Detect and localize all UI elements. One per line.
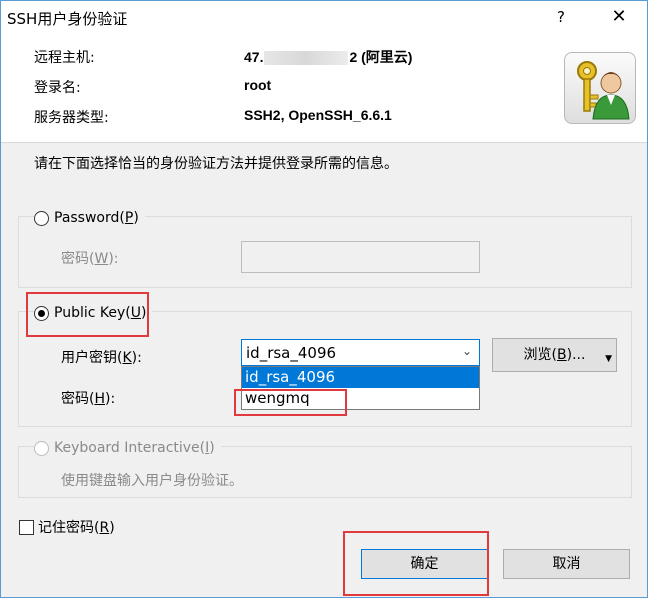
user-key-option[interactable]: id_rsa_4096 bbox=[242, 367, 479, 388]
server-type-value: SSH2, OpenSSH_6.6.1 bbox=[244, 107, 392, 123]
remember-password-checkbox[interactable]: 记住密码(R) bbox=[19, 517, 115, 537]
close-button[interactable]: ✕ bbox=[599, 3, 639, 31]
login-label: 登录名: bbox=[34, 80, 81, 96]
passphrase-label: 密码(H): bbox=[61, 391, 116, 407]
cancel-button[interactable]: 取消 bbox=[503, 549, 630, 579]
keyboard-interactive-radio[interactable]: Keyboard Interactive(I) bbox=[34, 438, 221, 458]
user-key-select[interactable]: id_rsa_4096 ⌄ bbox=[241, 339, 480, 366]
user-key-option[interactable]: wengmq bbox=[242, 388, 479, 409]
connection-info-header: 远程主机: 47. 2 (阿里云) 登录名: root 服务器类型: SSH2, … bbox=[1, 33, 647, 143]
password-radio-label: Password(P) bbox=[54, 210, 139, 226]
host-value: 47. 2 (阿里云) bbox=[244, 49, 413, 66]
window-title: SSH用户身份验证 bbox=[7, 10, 128, 28]
help-button[interactable]: ? bbox=[541, 3, 581, 31]
title-bar: SSH用户身份验证 ? ✕ bbox=[1, 1, 647, 33]
ssh-auth-dialog: SSH用户身份验证 ? ✕ 远程主机: 47. 2 (阿里云) 登录名: root… bbox=[0, 0, 648, 598]
user-key-selected-value: id_rsa_4096 bbox=[246, 344, 337, 362]
browse-button[interactable]: 浏览(B)... ▼ bbox=[492, 338, 617, 372]
redacted-mask bbox=[264, 51, 349, 66]
keyboard-interactive-description: 使用键盘输入用户身份验证。 bbox=[61, 473, 243, 489]
login-value: root bbox=[244, 77, 272, 93]
public-key-radio-label: Public Key(U) bbox=[54, 305, 147, 321]
keyboard-interactive-radio-button[interactable] bbox=[34, 440, 49, 456]
ok-button[interactable]: 确定 bbox=[361, 549, 488, 579]
server-type-label: 服务器类型: bbox=[34, 110, 109, 126]
dropdown-caret-icon: ▼ bbox=[605, 354, 612, 364]
password-input[interactable] bbox=[241, 241, 480, 273]
public-key-radio-button[interactable] bbox=[34, 305, 49, 321]
user-key-dropdown-list: id_rsa_4096 wengmq bbox=[241, 366, 480, 410]
remember-password-box[interactable] bbox=[19, 519, 34, 535]
password-radio-button[interactable] bbox=[34, 210, 49, 226]
keyboard-interactive-label: Keyboard Interactive(I) bbox=[54, 440, 215, 456]
chevron-down-icon[interactable]: ⌄ bbox=[462, 344, 472, 358]
key-user-icon bbox=[564, 52, 636, 124]
instructions-text: 请在下面选择恰当的身份验证方法并提供登录所需的信息。 bbox=[34, 156, 398, 172]
password-radio[interactable]: Password(P) bbox=[34, 208, 145, 228]
password-field-label: 密码(W): bbox=[61, 251, 119, 267]
remember-password-label: 记住密码(R) bbox=[38, 520, 115, 536]
public-key-radio[interactable]: Public Key(U) bbox=[34, 303, 153, 323]
user-key-label: 用户密钥(K): bbox=[61, 350, 142, 366]
host-label: 远程主机: bbox=[34, 50, 95, 66]
